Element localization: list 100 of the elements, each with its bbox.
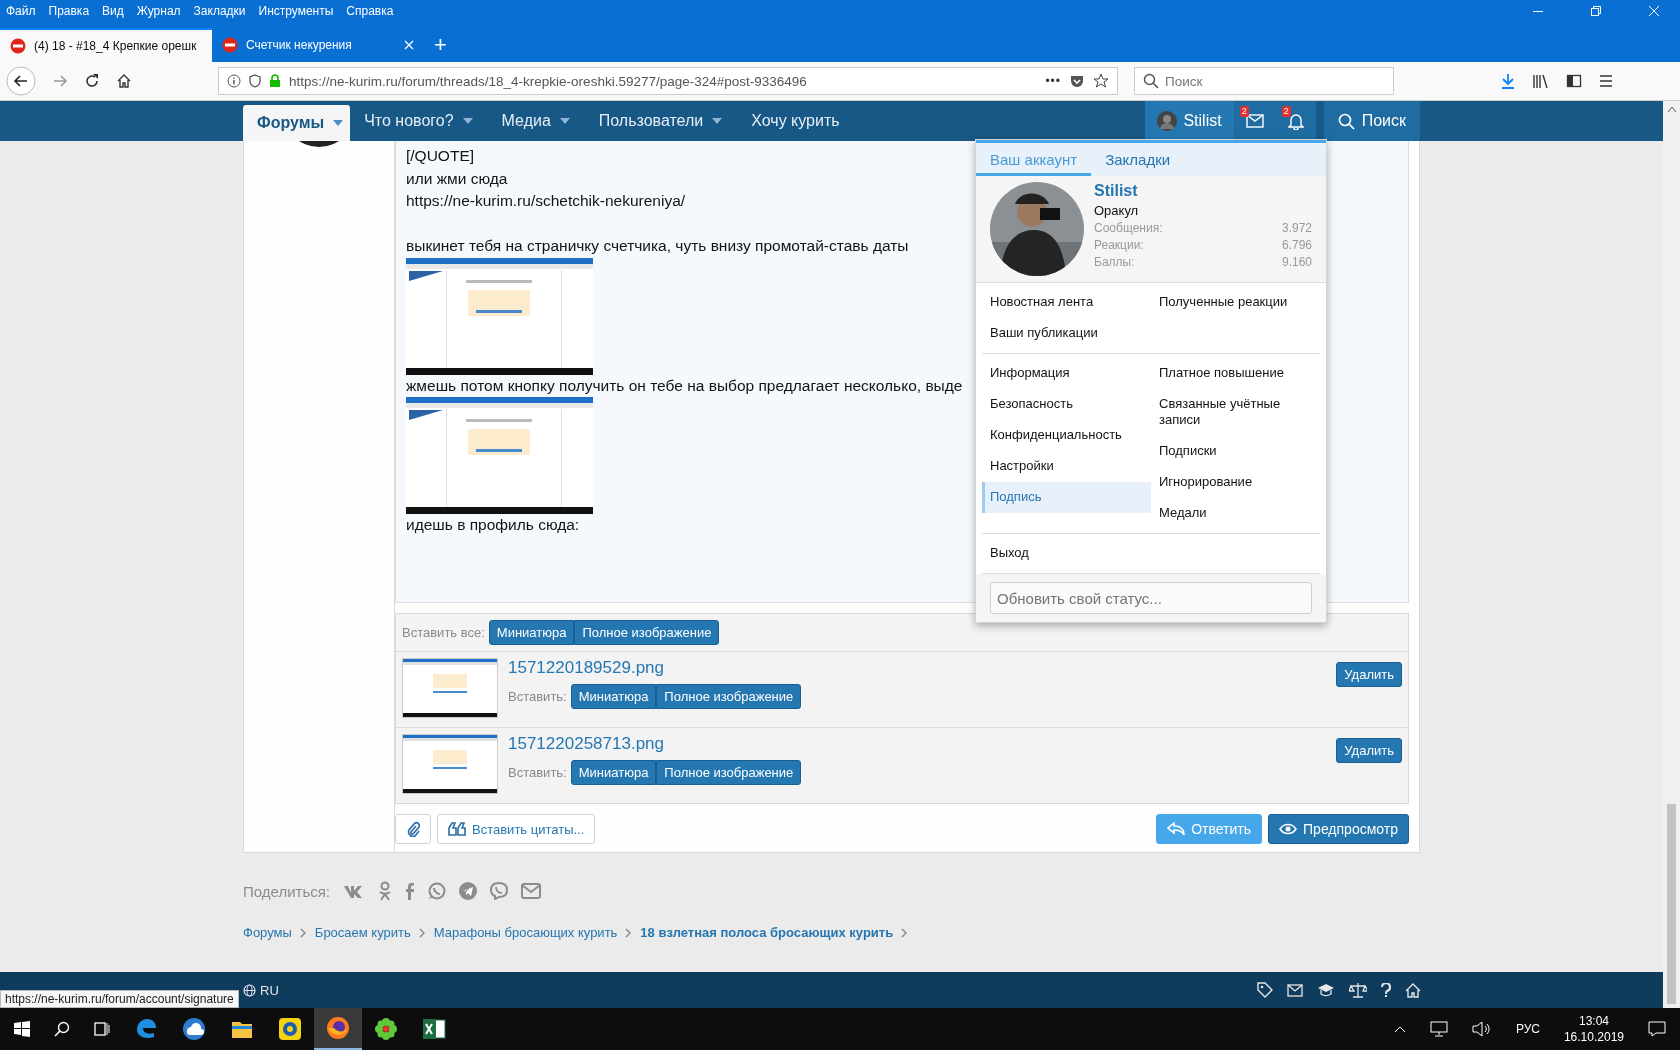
insert-button[interactable]: Полное изображение [656, 684, 802, 709]
tag-icon[interactable] [1257, 982, 1273, 998]
preview-button[interactable]: Предпросмотр [1268, 814, 1409, 844]
insert-button[interactable]: Полное изображение [656, 760, 802, 785]
menu-link[interactable]: Подпись [982, 482, 1151, 513]
nav-tab[interactable]: Пользователи [584, 101, 738, 141]
address-bar[interactable]: https://ne-kurim.ru/forum/threads/18_4-krepkie-oreshki.59277/page-324#post-9336496 ••• [218, 67, 1118, 95]
graduation-cap-icon[interactable] [1317, 983, 1335, 997]
menu-link[interactable]: Ваши публикации [982, 318, 1151, 349]
menu-link[interactable]: Выход [982, 538, 1151, 569]
caret-icon[interactable] [332, 119, 345, 127]
file-name-link[interactable]: 1571220258713.png [508, 734, 802, 754]
breadcrumb-link[interactable]: Марафоны бросающих курить [433, 925, 618, 940]
menu-icon[interactable] [1598, 73, 1614, 89]
star-icon[interactable] [1093, 73, 1109, 89]
speaker-icon[interactable] [1471, 1021, 1492, 1037]
info-icon[interactable] [227, 74, 241, 88]
sidebar-icon[interactable] [1566, 73, 1582, 89]
menu-link[interactable]: Конфиденциальность [982, 420, 1151, 451]
menu-link[interactable]: Связанные учётные записи [1151, 389, 1320, 436]
breadcrumb-link[interactable]: Бросаем курить [314, 925, 411, 940]
download-icon[interactable] [1500, 73, 1516, 89]
status-field[interactable]: Обновить свой статус... [990, 582, 1312, 614]
menu-item[interactable]: Инструменты [258, 4, 334, 18]
delete-button[interactable]: Удалить [1336, 738, 1402, 763]
reload-icon[interactable] [84, 73, 100, 89]
forward-icon[interactable] [52, 73, 68, 89]
ok-icon[interactable] [378, 881, 392, 901]
menu-item[interactable]: Закладки [193, 4, 246, 18]
restore-icon[interactable] [1590, 5, 1602, 17]
input-language[interactable]: РУС [1515, 1022, 1540, 1036]
insert-quotes-button[interactable]: Вставить цитаты... [437, 814, 596, 844]
nav-tab[interactable]: Хочу курить [737, 101, 854, 141]
new-tab-button[interactable]: + [424, 32, 457, 62]
breadcrumb-link[interactable]: 18 взлетная полоса бросающих курить [640, 925, 894, 940]
nav-tab[interactable]: Форумы [243, 105, 351, 141]
file-name-link[interactable]: 1571220189529.png [508, 658, 802, 678]
nav-tab[interactable]: Что нового? [350, 101, 488, 141]
insert-button[interactable]: Полное изображение [574, 620, 720, 645]
menu-tab[interactable]: Закладки [1091, 143, 1185, 176]
reply-button[interactable]: Ответить [1156, 814, 1263, 844]
back-icon[interactable] [6, 66, 36, 96]
browser-tab[interactable]: Счетчик некурения [212, 28, 424, 62]
telegram-icon[interactable] [459, 882, 477, 900]
alerts-button[interactable]: 2 [1275, 101, 1316, 141]
menu-link[interactable]: Информация [982, 358, 1151, 389]
delete-button[interactable]: Удалить [1336, 662, 1402, 687]
language-chooser[interactable]: RU [243, 982, 279, 998]
search-icon[interactable] [54, 1021, 70, 1037]
scrollbar-thumb[interactable] [1667, 804, 1676, 1004]
caret-icon[interactable] [558, 117, 571, 125]
insert-button[interactable]: Миниатюра [570, 760, 657, 785]
windows-start-icon[interactable] [14, 1021, 30, 1037]
menu-item[interactable]: Справка [346, 4, 394, 18]
caret-icon[interactable] [461, 117, 474, 125]
notifications-icon[interactable] [1648, 1021, 1666, 1037]
insert-button[interactable]: Миниатюра [488, 620, 575, 645]
clock-time[interactable]: 13:04 [1578, 1014, 1609, 1028]
task-view-icon[interactable] [94, 1021, 110, 1037]
menu-item[interactable]: Файл [6, 4, 36, 18]
viber-icon[interactable] [490, 882, 508, 900]
insert-button[interactable]: Миниатюра [570, 684, 657, 709]
menu-link[interactable]: Настройки [982, 451, 1151, 482]
help-icon[interactable] [1381, 982, 1391, 998]
library-icon[interactable] [1532, 73, 1550, 89]
nav-tab[interactable]: Медиа [487, 101, 585, 141]
chevron-up-icon[interactable] [1393, 1025, 1406, 1033]
page-actions-button[interactable]: ••• [1045, 74, 1061, 88]
breadcrumb-link[interactable]: Форумы [243, 925, 292, 940]
whatsapp-icon[interactable] [428, 882, 446, 900]
browser-tab[interactable]: (4) 18 - #18_4 Крепкие орешк [0, 28, 212, 62]
menu-item[interactable]: Журнал [136, 4, 181, 18]
menu-link[interactable]: Платное повышение [1151, 358, 1320, 389]
menu-item[interactable]: Вид [102, 4, 124, 18]
facebook-icon[interactable] [405, 882, 415, 900]
shield-icon[interactable] [249, 74, 261, 88]
search-field[interactable]: Поиск [1134, 67, 1394, 95]
taskbar-app[interactable] [314, 1008, 362, 1050]
menu-link[interactable]: Подписки [1151, 436, 1320, 467]
menu-link[interactable]: Безопасность [982, 389, 1151, 420]
menu-link[interactable]: Полученные реакции [1151, 287, 1320, 318]
account-button[interactable]: Stilist [1145, 101, 1234, 141]
search-button[interactable]: Поиск [1323, 101, 1420, 141]
clock-date[interactable]: 16.10.2019 [1563, 1030, 1624, 1044]
scales-icon[interactable] [1349, 982, 1367, 998]
attach-button[interactable] [395, 814, 431, 844]
menu-link[interactable]: Медали [1151, 498, 1320, 529]
home-icon[interactable] [116, 73, 132, 89]
network-icon[interactable] [1429, 1021, 1448, 1037]
vk-icon[interactable] [343, 884, 365, 898]
user-name-link[interactable]: Stilist [1094, 182, 1312, 200]
close-icon[interactable] [404, 40, 414, 50]
menu-link[interactable]: Новостная лента [982, 287, 1151, 318]
caret-icon[interactable] [711, 117, 724, 125]
menu-item[interactable]: Правка [48, 4, 90, 18]
pocket-icon[interactable] [1069, 73, 1085, 89]
scroll-up-icon[interactable] [1666, 105, 1677, 113]
close-icon[interactable] [1648, 5, 1660, 17]
menu-link[interactable]: Игнорирование [1151, 467, 1320, 498]
inbox-button[interactable]: 2 [1233, 101, 1276, 141]
